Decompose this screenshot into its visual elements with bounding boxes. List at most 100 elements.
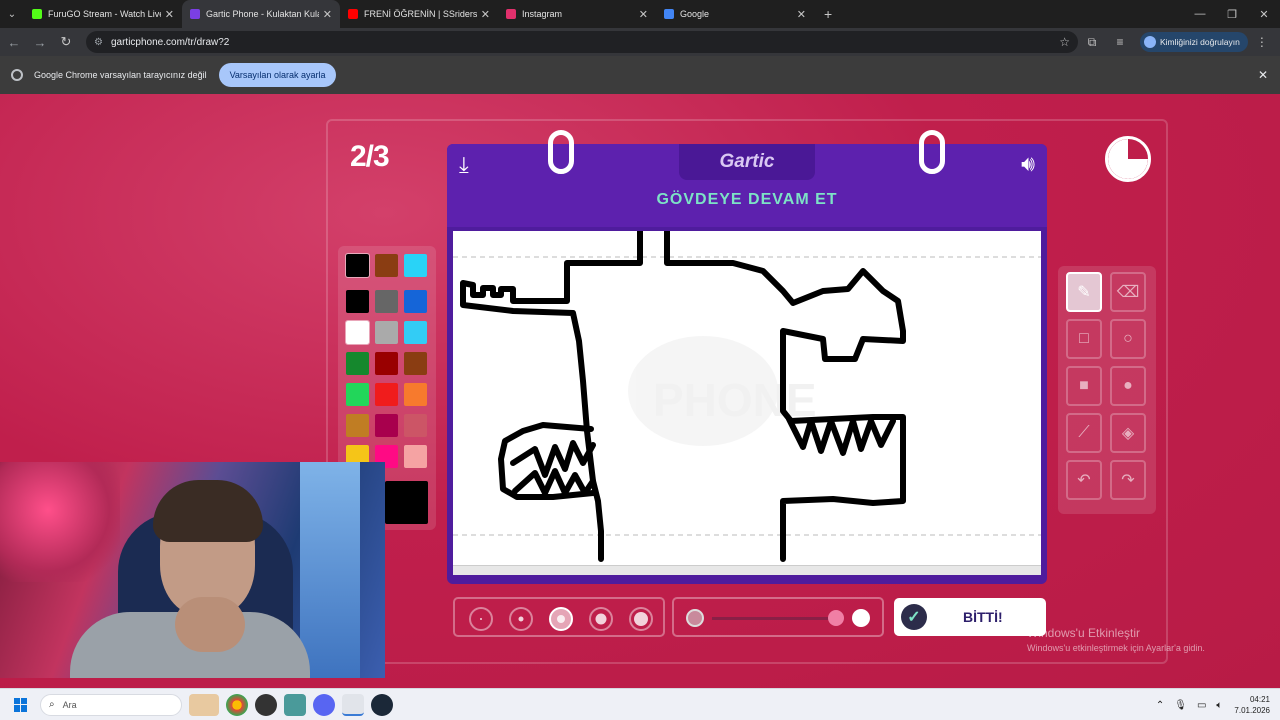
color-swatch[interactable] — [346, 352, 369, 375]
brush-size-option[interactable] — [589, 607, 613, 631]
color-swatch[interactable] — [375, 321, 398, 344]
color-swatch[interactable] — [404, 290, 427, 313]
tab-strip: ⌄ FuruGO Stream - Watch Live o ✕ Gartic Ph… — [0, 0, 1280, 28]
taskbar-search[interactable]: ⌕ Ara — [40, 693, 182, 716]
sound-icon[interactable]: 🔊︎ — [1021, 151, 1035, 177]
browser-tab[interactable]: FuruGO Stream - Watch Live o ✕ — [24, 0, 182, 28]
new-tab-button[interactable]: + — [814, 0, 842, 28]
circle-fill-icon[interactable]: ● — [1110, 366, 1146, 406]
reading-list-icon[interactable]: ≡ — [1106, 35, 1134, 49]
bookmark-star-icon[interactable]: ☆ — [1059, 35, 1070, 49]
tab-search-icon[interactable]: ⌄ — [0, 0, 24, 28]
tab-close-icon[interactable]: ✕ — [323, 8, 332, 21]
set-default-button[interactable]: Varsayılan olarak ayarla — [218, 63, 337, 87]
opacity-thumb[interactable] — [828, 610, 844, 626]
tab-close-icon[interactable]: ✕ — [481, 8, 490, 21]
menu-kebab-icon[interactable]: ⋮ — [1248, 35, 1276, 49]
reload-icon[interactable]: ↻ — [54, 30, 78, 54]
done-button[interactable]: ✓ BİTTİ! — [894, 598, 1046, 636]
tab-close-icon[interactable]: ✕ — [165, 8, 174, 21]
brush-size-option[interactable] — [469, 607, 493, 631]
back-icon[interactable]: ← — [2, 30, 26, 54]
verify-label: Kimliğinizi doğrulayın — [1160, 37, 1240, 47]
volume-icon[interactable]: 🔈︎ — [1216, 700, 1222, 711]
tab-close-icon[interactable]: ✕ — [639, 8, 648, 21]
forward-icon[interactable]: → — [28, 30, 52, 54]
microphone-icon[interactable]: 🎙︎ — [1174, 700, 1187, 711]
canvas-drawing: PHONE — [453, 231, 1041, 562]
pencil-icon[interactable]: ✎ — [1066, 272, 1102, 312]
fill-bucket-icon[interactable]: ◈ — [1110, 413, 1146, 453]
windows-activation-watermark: Windows'u Etkinleştir Windows'u etkinleş… — [1027, 626, 1205, 653]
infobar-message: Google Chrome varsayılan tarayıcınız değ… — [34, 70, 207, 80]
app-taskbar-icon[interactable] — [284, 693, 306, 716]
color-swatch[interactable] — [345, 320, 370, 345]
rect-outline-icon[interactable]: □ — [1066, 319, 1102, 359]
line-icon[interactable]: ⟋ — [1066, 413, 1102, 453]
current-color-swatch[interactable] — [385, 481, 428, 524]
drawing-canvas[interactable]: PHONE — [453, 231, 1041, 565]
undo-icon[interactable]: ↶ — [1066, 460, 1102, 500]
network-icon[interactable]: ▭ — [1197, 700, 1206, 711]
webcam-person-hair — [153, 480, 263, 542]
color-swatch[interactable] — [404, 321, 427, 344]
search-highlight-icon[interactable] — [189, 693, 219, 716]
color-swatch[interactable] — [404, 352, 427, 375]
tab-title: FRENİ ÖĞRENİN | SSriders | Mo — [364, 9, 477, 19]
tab-close-icon[interactable]: ✕ — [797, 8, 806, 21]
color-swatch[interactable] — [404, 414, 427, 437]
verify-identity-button[interactable]: Kimliğinizi doğrulayın — [1140, 32, 1248, 52]
google-icon — [664, 9, 674, 19]
browser-tab[interactable]: Instagram ✕ — [498, 0, 656, 28]
color-swatch[interactable] — [375, 383, 398, 406]
color-swatch[interactable] — [346, 290, 369, 313]
obs-taskbar-icon[interactable] — [255, 693, 277, 716]
restore-icon[interactable]: ❐ — [1216, 0, 1248, 28]
minimize-icon[interactable]: — — [1184, 0, 1216, 28]
window-controls: — ❐ ✕ — [1184, 0, 1280, 28]
opacity-slider[interactable] — [672, 597, 884, 637]
windows-taskbar: ⌕ Ara ⌃ 🎙︎ ▭ 🔈︎ 04:21 7.01.2026 — [0, 688, 1280, 720]
browser-toolbar: ← → ↻ ⚙ garticphone.com/tr/draw?2 ☆ ⧉ ≡ … — [0, 28, 1280, 56]
webcam-door — [300, 462, 360, 678]
file-taskbar-icon[interactable] — [342, 693, 364, 716]
download-icon[interactable]: ⤓ — [459, 152, 469, 178]
windows-start-icon[interactable] — [14, 697, 28, 712]
discord-taskbar-icon[interactable] — [313, 693, 335, 716]
brush-size-option[interactable] — [509, 607, 533, 631]
brush-size-option[interactable] — [629, 607, 653, 631]
eraser-icon[interactable]: ⌫ — [1110, 272, 1146, 312]
color-swatch[interactable] — [404, 445, 427, 468]
redo-icon[interactable]: ↷ — [1110, 460, 1146, 500]
brush-size-dot — [595, 613, 607, 625]
color-swatch[interactable] — [345, 253, 370, 278]
profile-avatar — [1144, 36, 1156, 48]
color-swatch[interactable] — [375, 352, 398, 375]
site-info-icon[interactable]: ⚙ — [94, 37, 103, 48]
chrome-taskbar-icon[interactable] — [226, 693, 248, 716]
extensions-icon[interactable]: ⧉ — [1078, 35, 1106, 50]
address-bar[interactable]: ⚙ garticphone.com/tr/draw?2 ☆ — [86, 31, 1078, 53]
circle-outline-icon[interactable]: ○ — [1110, 319, 1146, 359]
color-swatch[interactable] — [346, 383, 369, 406]
webcam-overlay — [0, 462, 385, 678]
color-swatch[interactable] — [404, 383, 427, 406]
color-swatch[interactable] — [375, 414, 398, 437]
color-swatch[interactable] — [375, 254, 398, 277]
taskbar-clock[interactable]: 04:21 7.01.2026 — [1234, 694, 1270, 716]
browser-tab[interactable]: Google ✕ — [656, 0, 814, 28]
steam-taskbar-icon[interactable] — [371, 693, 393, 716]
tray-chevron-icon[interactable]: ⌃ — [1156, 700, 1164, 711]
brush-size-option[interactable] — [549, 607, 573, 631]
color-swatch[interactable] — [375, 290, 398, 313]
browser-tab[interactable]: Gartic Phone - Kulaktan Kulağa ✕ — [182, 0, 340, 28]
rect-fill-icon[interactable]: ■ — [1066, 366, 1102, 406]
color-swatch[interactable] — [346, 414, 369, 437]
chrome-icon — [11, 69, 23, 81]
system-tray: ⌃ 🎙︎ ▭ 🔈︎ 04:21 7.01.2026 — [1146, 689, 1270, 720]
browser-tab[interactable]: FRENİ ÖĞRENİN | SSriders | Mo ✕ — [340, 0, 498, 28]
close-window-icon[interactable]: ✕ — [1248, 0, 1280, 28]
color-swatch[interactable] — [404, 254, 427, 277]
tab-list: FuruGO Stream - Watch Live o ✕ Gartic Phon… — [24, 0, 814, 28]
infobar-close-icon[interactable]: ✕ — [1258, 68, 1268, 82]
